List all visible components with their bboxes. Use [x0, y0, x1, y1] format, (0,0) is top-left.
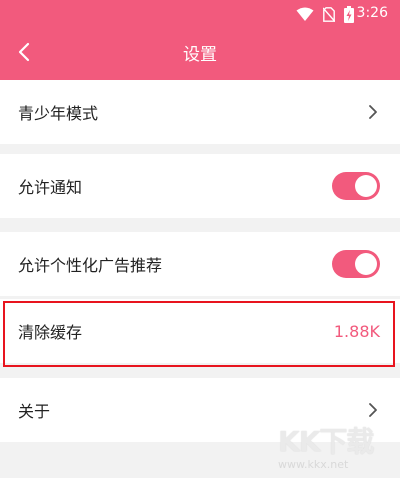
- chevron-right-icon: [369, 105, 377, 119]
- youth-mode-label: 青少年模式: [18, 104, 99, 123]
- page-title: 设置: [183, 45, 217, 65]
- about-label: 关于: [18, 402, 51, 421]
- personalized-ads-row: 允许个性化广告推荐: [0, 232, 400, 296]
- cache-size-value: 1.88K: [333, 321, 380, 341]
- notifications-label: 允许通知: [18, 178, 83, 197]
- notifications-row: 允许通知: [0, 154, 400, 218]
- toggle-knob: [355, 253, 377, 275]
- app-header: 3:26 设置: [0, 0, 400, 80]
- watermark-url: www.kkx.net: [278, 458, 349, 471]
- personalized-ads-toggle[interactable]: [332, 250, 380, 278]
- personalized-ads-label: 允许个性化广告推荐: [18, 256, 163, 275]
- status-time: 3:26: [356, 5, 388, 21]
- notifications-toggle[interactable]: [332, 172, 380, 200]
- about-row[interactable]: 关于: [0, 378, 400, 442]
- no-sim-icon: [323, 6, 335, 22]
- toggle-knob: [355, 175, 377, 197]
- clear-cache-label: 清除缓存: [18, 323, 83, 342]
- youth-mode-row[interactable]: 青少年模式: [0, 80, 400, 144]
- wifi-icon: [296, 7, 314, 21]
- battery-charging-icon: [344, 5, 354, 23]
- status-icons: [296, 5, 354, 23]
- status-bar: 3:26: [0, 0, 400, 28]
- clear-cache-row[interactable]: 清除缓存 1.88K: [0, 299, 400, 363]
- chevron-right-icon: [369, 403, 377, 417]
